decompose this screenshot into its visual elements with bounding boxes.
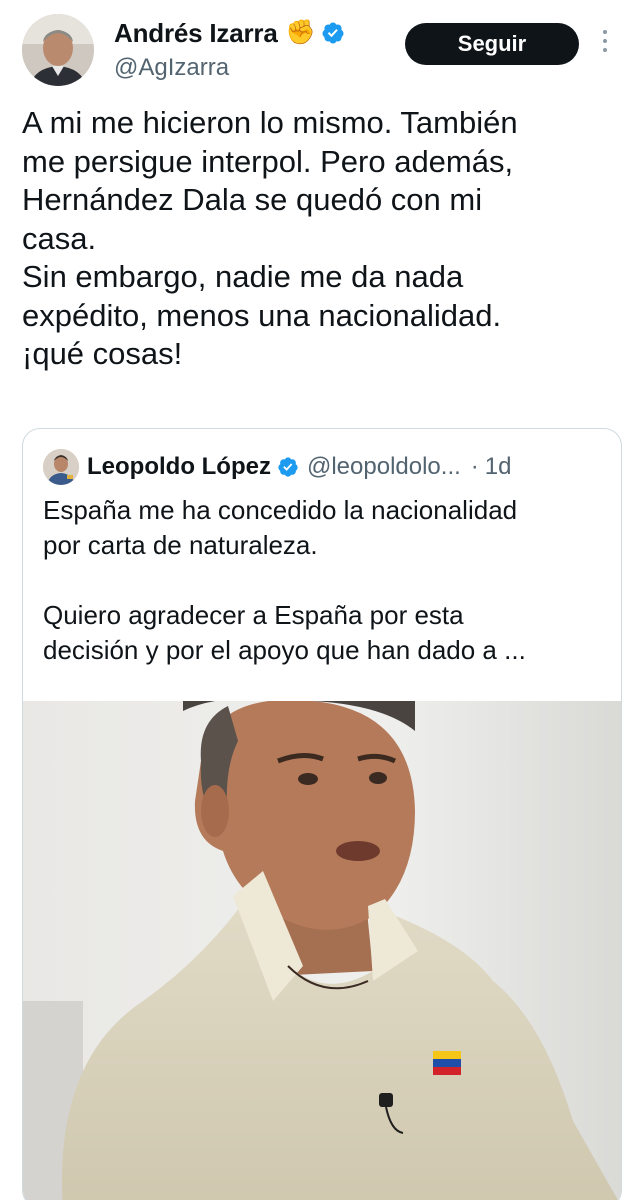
quoted-profile-photo-icon [43,449,79,485]
video-still-man-in-polo-icon [23,701,621,1200]
quoted-separator: · [470,453,479,480]
quoted-tweet-text: España me ha concedido la nacionalidad p… [43,495,526,665]
quoted-timestamp[interactable]: 1d [485,453,512,481]
verified-badge-icon[interactable] [321,21,345,45]
profile-photo-icon [22,14,94,86]
author-avatar[interactable] [22,14,94,86]
quoted-display-name[interactable]: Leopoldo López [87,453,271,481]
raised-fist-emoji-icon: ✊ [285,19,316,46]
more-vertical-icon[interactable] [596,30,614,60]
quoted-author-avatar[interactable] [43,449,79,485]
author-display-name[interactable]: Andrés Izarra [114,18,278,49]
quoted-media[interactable] [23,701,621,1200]
tweet: Andrés Izarra ✊ @AgIzarra Seguir A mi me… [0,0,643,1200]
tweet-text: A mi me hicieron lo mismo. También me pe… [22,105,518,371]
quoted-verified-badge-icon [278,457,298,477]
follow-button[interactable]: Seguir [405,23,579,65]
quoted-handle: @leopoldolo... [306,453,461,480]
quoted-tweet-card[interactable]: Leopoldo López @leopoldolo... · 1d Españ… [22,428,622,1200]
quoted-header: Leopoldo López @leopoldolo... · 1d [87,449,511,485]
author-handle[interactable]: @AgIzarra [114,54,229,82]
author-name-row: Andrés Izarra ✊ [114,16,345,50]
